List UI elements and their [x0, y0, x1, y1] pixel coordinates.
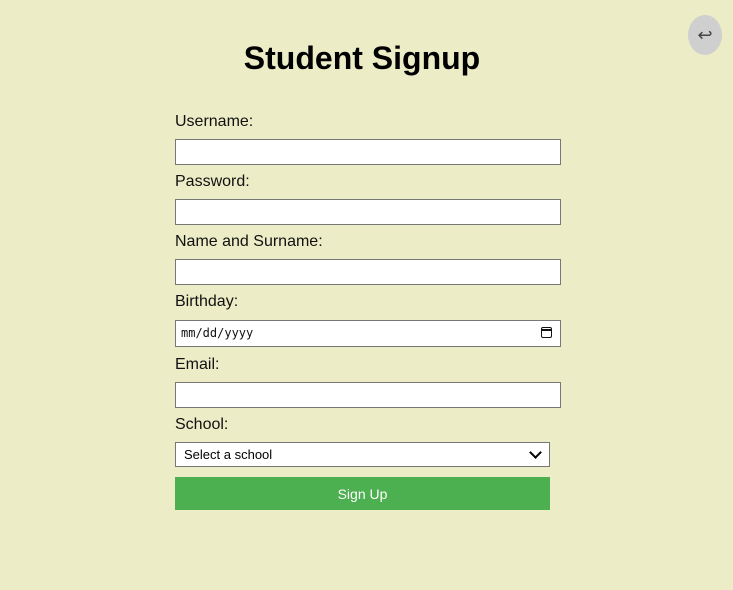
chevron-down-icon: [529, 446, 542, 459]
signup-form: Username: Password: Name and Surname: Bi…: [175, 112, 561, 510]
email-input[interactable]: [175, 382, 561, 408]
password-input[interactable]: [175, 199, 561, 225]
page-title: Student Signup: [243, 40, 481, 76]
password-label: Password:: [175, 173, 250, 190]
birthday-label: Birthday:: [175, 293, 239, 310]
school-label: School:: [175, 416, 229, 433]
email-label: Email:: [175, 356, 220, 373]
birthday-placeholder: mm/dd/yyyy: [181, 326, 254, 340]
username-input[interactable]: [175, 139, 561, 165]
school-select-value: Select a school: [184, 447, 273, 462]
name-surname-input[interactable]: [175, 259, 561, 285]
name-surname-label: Name and Surname:: [175, 233, 323, 250]
sign-up-button[interactable]: Sign Up: [175, 477, 550, 510]
school-select[interactable]: Select a school: [175, 442, 550, 467]
calendar-icon[interactable]: [541, 327, 552, 338]
username-label: Username:: [175, 113, 254, 130]
birthday-date-input[interactable]: mm/dd/yyyy: [175, 320, 561, 347]
